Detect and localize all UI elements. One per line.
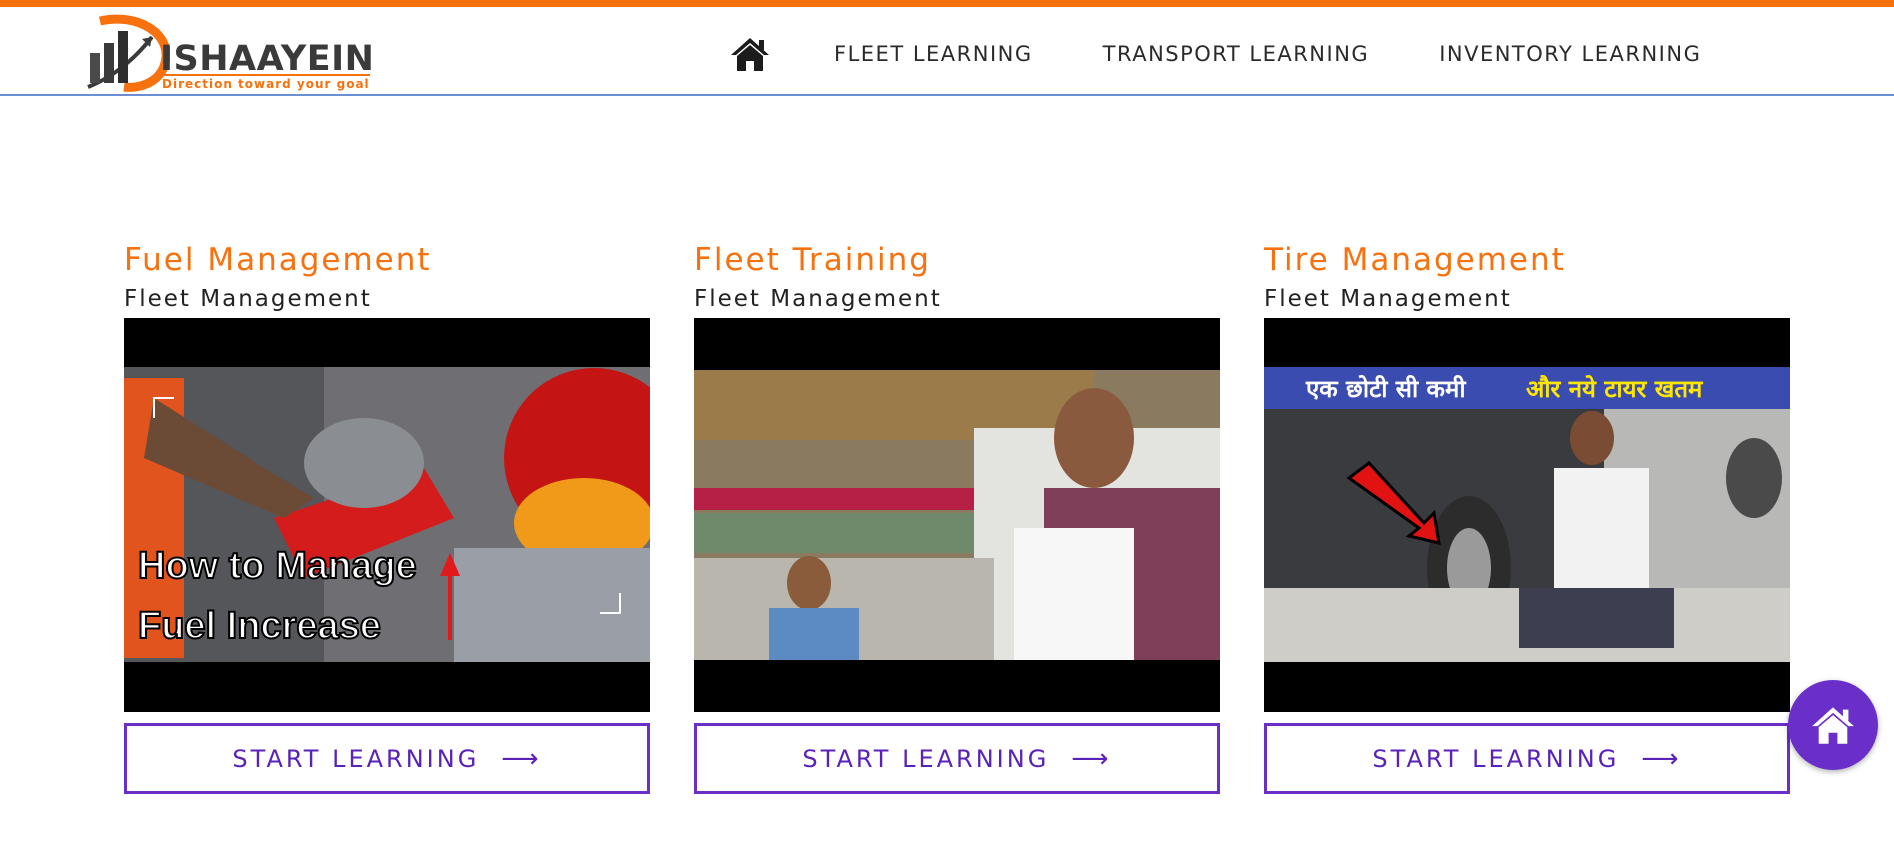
site-logo[interactable]: ISHAAYEIN Direction toward your goal bbox=[80, 13, 380, 93]
video-thumbnail[interactable]: How to Manage Fuel Increase bbox=[124, 318, 650, 712]
arrow-right-icon: ⟶ bbox=[1071, 743, 1112, 774]
home-icon bbox=[731, 38, 769, 71]
nav-transport-learning[interactable]: TRANSPORT LEARNING bbox=[1103, 42, 1370, 66]
fleet-training-video-image bbox=[694, 318, 1220, 712]
card-title: Tire Management bbox=[1264, 242, 1566, 278]
course-card-fuel-management: Fuel Management Fleet Management How to … bbox=[124, 240, 650, 794]
start-learning-button[interactable]: START LEARNING ⟶ bbox=[1264, 723, 1790, 794]
logo-underline bbox=[158, 74, 370, 76]
nav-fleet-learning[interactable]: FLEET LEARNING bbox=[834, 42, 1033, 66]
tire-video-image: एक छोटी सी कमी और नये टायर खतम bbox=[1264, 318, 1790, 712]
start-learning-button[interactable]: START LEARNING ⟶ bbox=[124, 723, 650, 794]
card-subtitle: Fleet Management bbox=[124, 286, 372, 312]
arrow-right-icon: ⟶ bbox=[501, 743, 542, 774]
card-subtitle: Fleet Management bbox=[694, 286, 942, 312]
card-subtitle: Fleet Management bbox=[1264, 286, 1512, 312]
video-thumbnail[interactable] bbox=[694, 318, 1220, 712]
logo-mark-icon bbox=[87, 14, 170, 92]
start-learning-label: START LEARNING bbox=[232, 744, 480, 773]
course-card-tire-management: Tire Management Fleet Management एक छोटी… bbox=[1264, 240, 1790, 794]
card-title: Fleet Training bbox=[694, 242, 931, 278]
thumbnail-caption-part1: एक छोटी सी कमी bbox=[1305, 375, 1466, 403]
start-learning-button[interactable]: START LEARNING ⟶ bbox=[694, 723, 1220, 794]
course-card-fleet-training: Fleet Training Fleet Management START LE… bbox=[694, 240, 1220, 794]
logo-wordmark: ISHAAYEIN bbox=[160, 39, 375, 79]
nav-inventory-learning[interactable]: INVENTORY LEARNING bbox=[1439, 42, 1701, 66]
home-icon bbox=[1812, 707, 1854, 744]
site-header: ISHAAYEIN Direction toward your goal FLE… bbox=[0, 7, 1894, 96]
nav-home-link[interactable] bbox=[728, 32, 772, 76]
arrow-right-icon: ⟶ bbox=[1641, 743, 1682, 774]
thumbnail-caption-line2: Fuel Increase bbox=[138, 605, 381, 647]
floating-home-button[interactable] bbox=[1788, 680, 1878, 770]
main-navigation: FLEET LEARNING TRANSPORT LEARNING INVENT… bbox=[728, 31, 1701, 77]
start-learning-label: START LEARNING bbox=[802, 744, 1050, 773]
video-thumbnail[interactable]: एक छोटी सी कमी और नये टायर खतम bbox=[1264, 318, 1790, 712]
top-accent-bar bbox=[0, 0, 1894, 7]
card-title: Fuel Management bbox=[124, 242, 432, 278]
thumbnail-caption-line1: How to Manage bbox=[138, 545, 417, 587]
start-learning-label: START LEARNING bbox=[1372, 744, 1620, 773]
thumbnail-caption-part2: और नये टायर खतम bbox=[1526, 375, 1704, 403]
logo-tagline: Direction toward your goal bbox=[162, 77, 370, 91]
fuel-video-image: How to Manage Fuel Increase bbox=[124, 318, 650, 712]
